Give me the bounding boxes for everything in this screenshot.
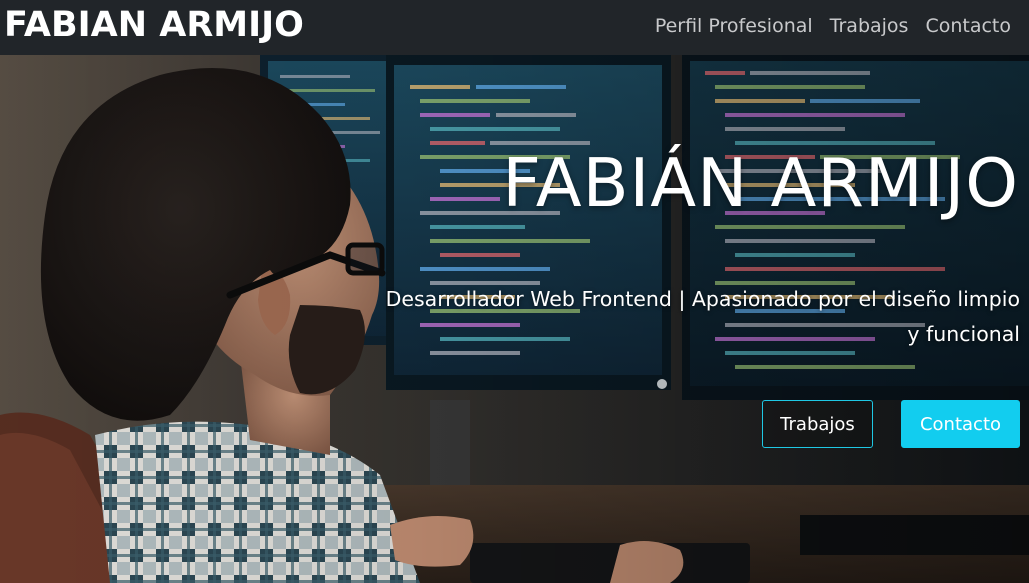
hero-buttons: Trabajos Contacto bbox=[762, 400, 1020, 448]
hero-subtitle: Desarrollador Web Frontend | Apasionado … bbox=[385, 287, 1020, 346]
hero-title: FABIÁN ARMIJO bbox=[502, 144, 1019, 222]
nav-link-contacto[interactable]: Contacto bbox=[925, 13, 1011, 39]
nav-link-trabajos[interactable]: Trabajos bbox=[830, 13, 909, 39]
nav-links: Perfil Profesional Trabajos Contacto bbox=[655, 13, 1011, 39]
trabajos-button[interactable]: Trabajos bbox=[762, 400, 873, 448]
top-navbar: FABIAN ARMIJO Perfil Profesional Trabajo… bbox=[0, 0, 1029, 55]
brand-logo[interactable]: FABIAN ARMIJO bbox=[4, 4, 304, 46]
contacto-button[interactable]: Contacto bbox=[901, 400, 1020, 448]
hero-section: FABIÁN ARMIJO Desarrollador Web Frontend… bbox=[0, 55, 1029, 583]
page: FABIAN ARMIJO Perfil Profesional Trabajo… bbox=[0, 0, 1029, 583]
nav-link-perfil-profesional[interactable]: Perfil Profesional bbox=[655, 13, 813, 39]
